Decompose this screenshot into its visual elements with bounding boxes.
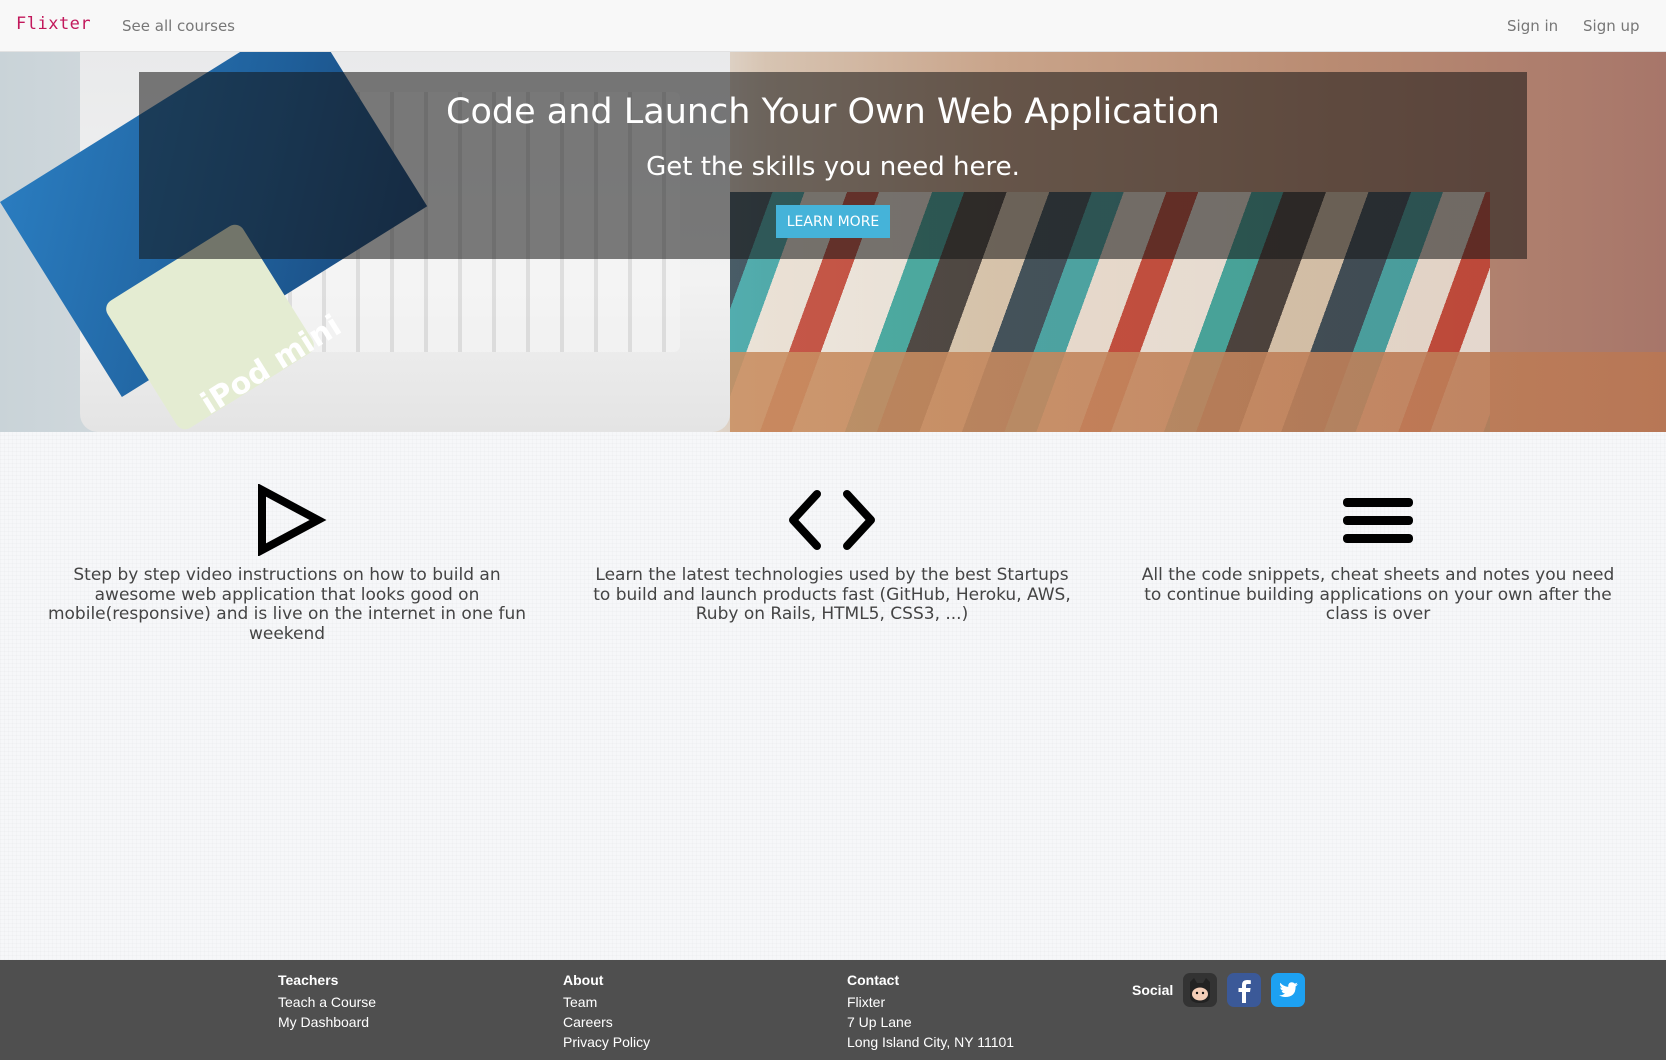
twitter-icon[interactable]	[1271, 973, 1306, 1007]
footer-heading-contact: Contact	[847, 972, 900, 988]
feature-text: All the code snippets, cheat sheets and …	[1141, 565, 1615, 624]
code-icon	[789, 490, 875, 550]
footer-contact-column: Contact Flixter 7 Up Lane Long Island Ci…	[847, 972, 1014, 1052]
hero-title: Code and Launch Your Own Web Application	[446, 92, 1220, 132]
feature-video: Step by step video instructions on how t…	[32, 484, 542, 644]
feature-notes: All the code snippets, cheat sheets and …	[1123, 484, 1633, 625]
privacy-policy-link[interactable]: Privacy Policy	[563, 1032, 650, 1052]
social-links: Social	[1132, 972, 1315, 1008]
github-icon[interactable]	[1183, 973, 1218, 1007]
careers-link[interactable]: Careers	[563, 1012, 650, 1032]
feature-text: Learn the latest technologies used by th…	[593, 565, 1071, 624]
feature-technologies: Learn the latest technologies used by th…	[577, 484, 1087, 625]
footer: Teachers Teach a Course My Dashboard Abo…	[0, 960, 1666, 1060]
footer-teachers-column: Teachers Teach a Course My Dashboard	[278, 972, 376, 1032]
social-label: Social	[1132, 982, 1174, 998]
sign-up-link[interactable]: Sign up	[1583, 17, 1640, 35]
hero-overlay: Code and Launch Your Own Web Application…	[139, 72, 1527, 259]
features-section: Step by step video instructions on how t…	[0, 432, 1666, 960]
teach-a-course-link[interactable]: Teach a Course	[278, 992, 376, 1012]
hero-banner: iPod mini Code and Launch Your Own Web A…	[0, 52, 1666, 432]
team-link[interactable]: Team	[563, 992, 650, 1012]
contact-name: Flixter	[847, 994, 886, 1010]
brand-logo[interactable]: Flixter	[16, 14, 91, 34]
see-all-courses-link[interactable]: See all courses	[122, 17, 235, 35]
facebook-icon[interactable]	[1227, 973, 1262, 1007]
sign-in-link[interactable]: Sign in	[1507, 17, 1558, 35]
navbar: Flixter See all courses Sign in Sign up	[0, 0, 1666, 52]
footer-heading-teachers: Teachers	[278, 972, 339, 988]
footer-about-column: About Team Careers Privacy Policy	[563, 972, 650, 1052]
learn-more-button[interactable]: LEARN MORE	[776, 205, 890, 238]
contact-street: 7 Up Lane	[847, 1014, 912, 1030]
menu-lines-icon	[1343, 498, 1413, 543]
contact-city: Long Island City, NY 11101	[847, 1034, 1015, 1050]
feature-text: Step by step video instructions on how t…	[47, 565, 527, 644]
hero-desk-photo	[730, 352, 1666, 432]
my-dashboard-link[interactable]: My Dashboard	[278, 1012, 376, 1032]
play-icon	[258, 484, 327, 556]
footer-heading-about: About	[563, 972, 604, 988]
hero-subtitle: Get the skills you need here.	[646, 152, 1020, 182]
